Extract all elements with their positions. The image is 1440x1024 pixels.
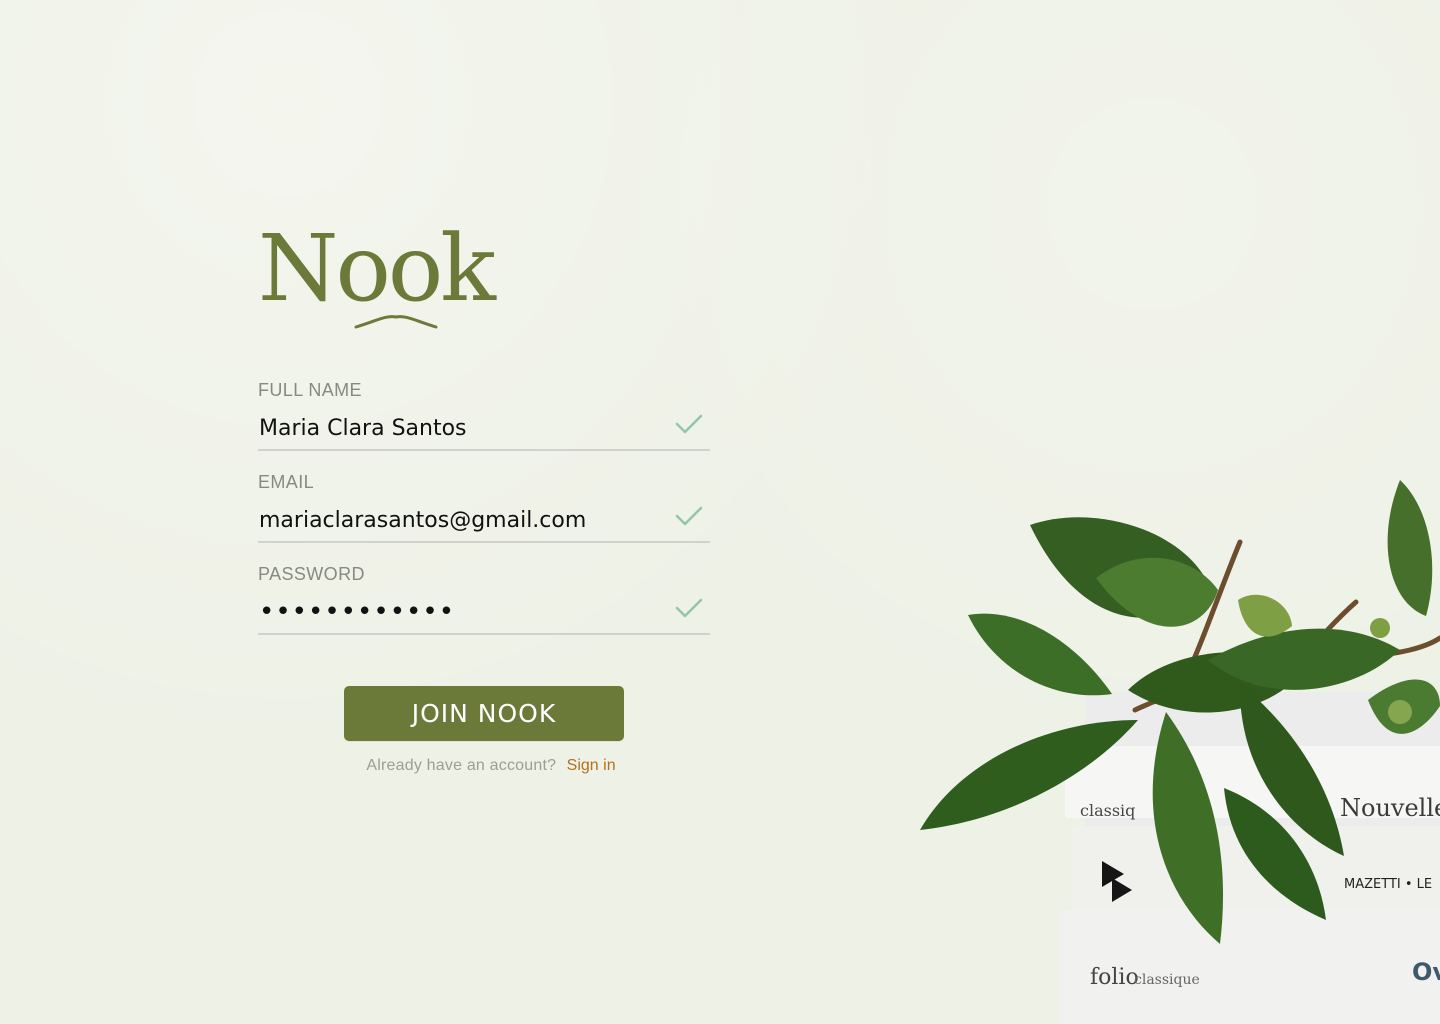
- plant-books-illustration: classiq Nouvelles MAZETTI • LE folio cla…: [900, 470, 1440, 1024]
- full-name-check-icon: [675, 414, 703, 434]
- join-nook-button[interactable]: JOIN NOOK: [344, 686, 624, 741]
- full-name-underline: [258, 449, 710, 451]
- signin-link[interactable]: Sign in: [567, 757, 616, 774]
- full-name-label: FULL NAME: [258, 380, 362, 400]
- email-field: EMAIL: [258, 468, 710, 560]
- plant-and-books-icon: classiq Nouvelles MAZETTI • LE folio cla…: [920, 480, 1440, 1024]
- email-underline: [258, 541, 710, 543]
- signup-page: Nook FULL NAME EMAIL PASSWORD: [0, 0, 1440, 1024]
- password-input[interactable]: [258, 592, 659, 632]
- book-title-folio: folio: [1090, 965, 1139, 990]
- email-input[interactable]: [258, 500, 659, 540]
- book-title-classiq: classiq: [1080, 801, 1135, 820]
- full-name-field: FULL NAME: [258, 376, 710, 468]
- password-check-icon: [675, 598, 703, 618]
- full-name-input[interactable]: [258, 408, 659, 448]
- book-title-nouvelles: Nouvelles: [1340, 794, 1440, 822]
- password-underline: [258, 633, 710, 635]
- nook-logo: Nook: [258, 214, 518, 334]
- logo-swoosh-icon: [354, 315, 438, 329]
- signup-form: FULL NAME EMAIL PASSWORD: [258, 376, 710, 652]
- signin-prompt: Already have an account?: [366, 757, 557, 774]
- password-field: PASSWORD: [258, 560, 710, 652]
- book-title-classique: classique: [1134, 972, 1200, 988]
- password-label: PASSWORD: [258, 564, 365, 584]
- email-check-icon: [675, 506, 703, 526]
- book-title-ov: Ov: [1412, 958, 1440, 986]
- book-title-mazetti: MAZETTI • LE: [1344, 877, 1432, 892]
- logo-wordmark: Nook: [258, 215, 496, 322]
- signin-row: Already have an account? Sign in: [258, 754, 724, 778]
- email-label: EMAIL: [258, 472, 315, 492]
